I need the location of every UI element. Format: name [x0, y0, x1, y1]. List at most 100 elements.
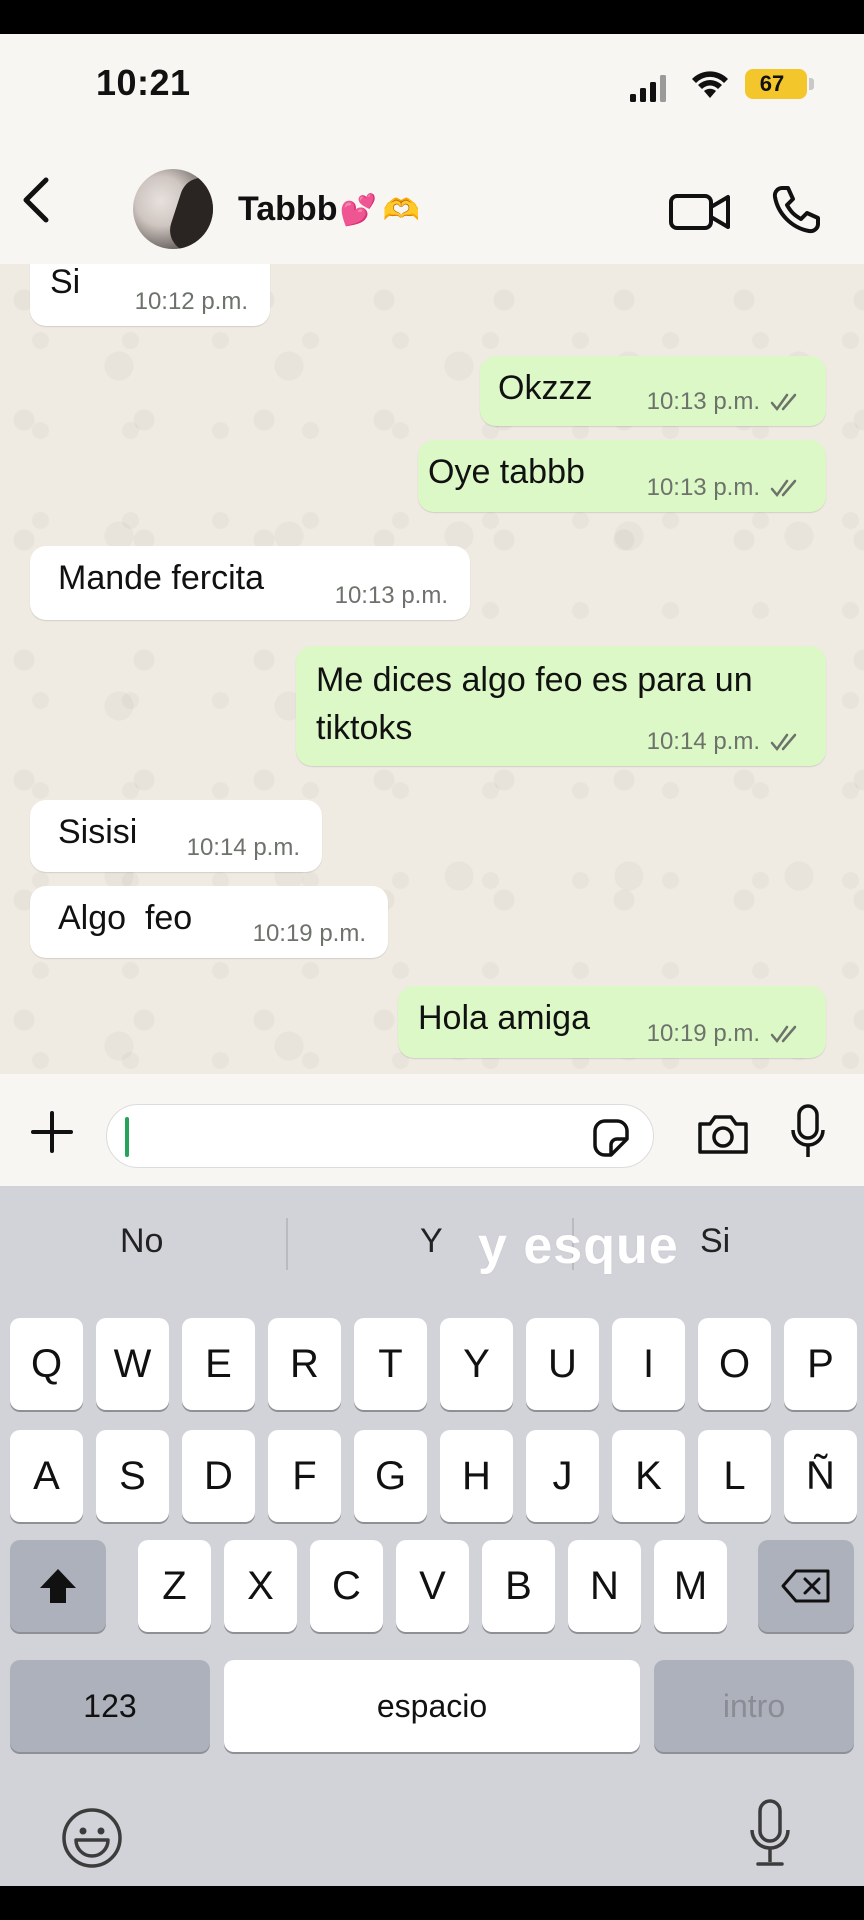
key-h[interactable]: H: [440, 1430, 513, 1522]
microphone-icon[interactable]: [790, 1104, 826, 1160]
key-o[interactable]: O: [698, 1318, 771, 1410]
battery-indicator: 67: [745, 69, 814, 99]
status-bar: 10:21 67: [0, 34, 864, 130]
back-chevron-icon[interactable]: [14, 174, 58, 226]
message-list[interactable]: Si 10:12 p.m. Okzzz 10:13 p.m. Oye tabbb…: [0, 264, 864, 1074]
message-composer: [0, 1074, 864, 1186]
backspace-icon: [781, 1569, 830, 1603]
key-n[interactable]: N: [568, 1540, 641, 1632]
message-time: 10:13 p.m.: [335, 582, 448, 610]
emoji-icon[interactable]: [60, 1806, 124, 1870]
predictive-suggestions: No Y Si y esque: [0, 1186, 864, 1296]
key-ñ[interactable]: Ñ: [784, 1430, 857, 1522]
message-text: Sisisi: [58, 813, 138, 851]
phone-screen: 10:21 67 Tabbb💕 🫶 Si 10:12 p.m. Okzzz 10…: [0, 34, 864, 1886]
timestamp: 10:19 p.m.: [646, 1020, 760, 1047]
text-caret: [125, 1117, 129, 1157]
key-b[interactable]: B: [482, 1540, 555, 1632]
contact-name-text: Tabbb: [238, 190, 338, 228]
top-black-strip: [0, 0, 864, 34]
message-input[interactable]: [106, 1104, 654, 1168]
key-i[interactable]: I: [612, 1318, 685, 1410]
key-k[interactable]: K: [612, 1430, 685, 1522]
message-time: 10:19 p.m.: [253, 920, 366, 948]
key-a[interactable]: A: [10, 1430, 83, 1522]
message-time: 10:12 p.m.: [135, 288, 248, 316]
key-u[interactable]: U: [526, 1318, 599, 1410]
chat-header: Tabbb💕 🫶: [0, 130, 864, 264]
message-outgoing[interactable]: Okzzz 10:13 p.m.: [480, 356, 826, 426]
key-r[interactable]: R: [268, 1318, 341, 1410]
space-key[interactable]: espacio: [224, 1660, 640, 1752]
message-text: Algo feo: [58, 899, 193, 937]
message-time: 10:14 p.m.: [187, 834, 300, 862]
key-w[interactable]: W: [96, 1318, 169, 1410]
shift-key[interactable]: [10, 1540, 106, 1632]
message-incoming[interactable]: Sisisi 10:14 p.m.: [30, 800, 322, 872]
contact-avatar[interactable]: [133, 169, 213, 249]
key-t[interactable]: T: [354, 1318, 427, 1410]
key-q[interactable]: Q: [10, 1318, 83, 1410]
key-x[interactable]: X: [224, 1540, 297, 1632]
camera-icon[interactable]: [696, 1112, 750, 1156]
key-e[interactable]: E: [182, 1318, 255, 1410]
suggestion-divider: [286, 1218, 288, 1270]
message-text: Si: [50, 264, 81, 301]
suggestion-si[interactable]: Si: [700, 1222, 730, 1261]
message-outgoing[interactable]: Me dices algo feo es para un tiktoks 10:…: [296, 646, 826, 766]
shift-arrow-icon: [40, 1569, 76, 1603]
key-p[interactable]: P: [784, 1318, 857, 1410]
timestamp: 10:14 p.m.: [186, 834, 300, 861]
timestamp: 10:13 p.m.: [646, 474, 760, 501]
read-receipt-icon: [770, 479, 797, 498]
key-j[interactable]: J: [526, 1430, 599, 1522]
key-d[interactable]: D: [182, 1430, 255, 1522]
key-y[interactable]: Y: [440, 1318, 513, 1410]
message-outgoing[interactable]: Oye tabbb 10:13 p.m.: [418, 440, 826, 512]
on-screen-keyboard: No Y Si y esque QWERTYUIOP ASDFGHJKLÑ ZX…: [0, 1186, 864, 1886]
message-text: Okzzz: [498, 369, 593, 407]
message-text: Hola amiga: [418, 999, 590, 1037]
timestamp: 10:14 p.m.: [646, 728, 760, 755]
key-m[interactable]: M: [654, 1540, 727, 1632]
numbers-key[interactable]: 123: [10, 1660, 210, 1752]
sticker-icon[interactable]: [589, 1117, 631, 1159]
read-receipt-icon: [770, 393, 797, 412]
phone-call-icon[interactable]: [770, 184, 822, 236]
timestamp: 10:12 p.m.: [134, 288, 248, 315]
bottom-black-strip: [0, 1886, 864, 1920]
heart-hands-emoji: 🫶: [382, 194, 421, 227]
message-text: Oye tabbb: [428, 453, 585, 491]
message-time: 10:13 p.m.: [647, 388, 804, 416]
hearts-emoji: 💕: [339, 194, 377, 227]
key-z[interactable]: Z: [138, 1540, 211, 1632]
key-c[interactable]: C: [310, 1540, 383, 1632]
contact-name[interactable]: Tabbb💕 🫶: [238, 190, 420, 229]
key-v[interactable]: V: [396, 1540, 469, 1632]
read-receipt-icon: [770, 1025, 797, 1044]
suggestion-y[interactable]: Y: [420, 1222, 443, 1261]
backspace-key[interactable]: [758, 1540, 854, 1632]
key-s[interactable]: S: [96, 1430, 169, 1522]
timestamp: 10:13 p.m.: [334, 582, 448, 609]
message-incoming[interactable]: Mande fercita 10:13 p.m.: [30, 546, 470, 620]
return-key[interactable]: intro: [654, 1660, 854, 1752]
key-g[interactable]: G: [354, 1430, 427, 1522]
message-text: Mande fercita: [58, 559, 264, 597]
status-time: 10:21: [96, 62, 191, 103]
dictation-microphone-icon[interactable]: [746, 1798, 794, 1870]
message-time: 10:13 p.m.: [647, 474, 804, 502]
message-outgoing[interactable]: Hola amiga 10:19 p.m.: [398, 986, 826, 1058]
video-call-icon[interactable]: [668, 190, 732, 234]
message-incoming[interactable]: Si 10:12 p.m.: [30, 264, 270, 326]
message-incoming[interactable]: Algo feo 10:19 p.m.: [30, 886, 388, 958]
timestamp: 10:19 p.m.: [252, 920, 366, 947]
key-l[interactable]: L: [698, 1430, 771, 1522]
read-receipt-icon: [770, 733, 797, 752]
overlay-caption: y esque: [478, 1217, 679, 1275]
cellular-signal-icon: [630, 75, 666, 102]
message-time: 10:14 p.m.: [647, 728, 804, 756]
key-f[interactable]: F: [268, 1430, 341, 1522]
plus-icon[interactable]: [30, 1110, 74, 1154]
suggestion-no[interactable]: No: [120, 1222, 163, 1261]
